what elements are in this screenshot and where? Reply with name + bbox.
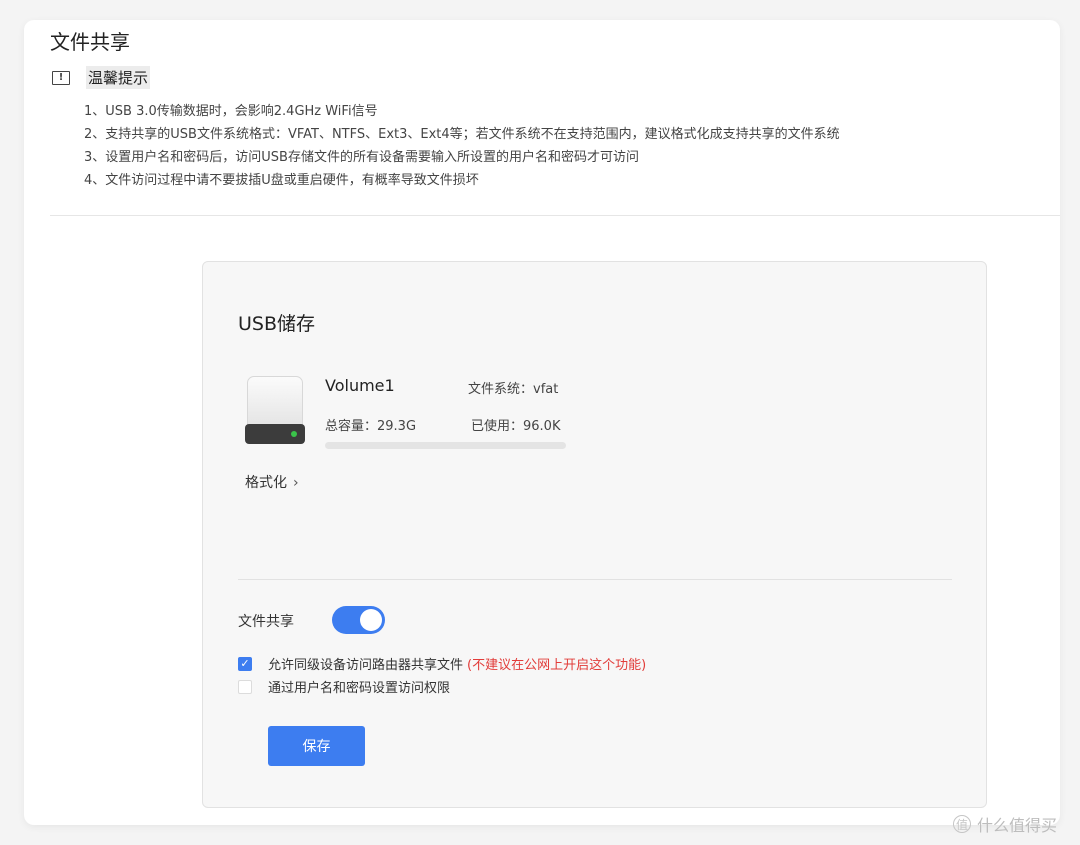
volume-name: Volume1 (325, 376, 395, 395)
tip-item: 2、支持共享的USB文件系统格式：VFAT、NTFS、Ext3、Ext4等；若文… (84, 127, 840, 142)
usb-storage-card: USB储存 Volume1 文件系统：vfat 总容量：29.3G 已使用：96… (202, 261, 987, 808)
file-share-toggle[interactable] (332, 606, 385, 634)
auth-checkbox[interactable] (238, 679, 252, 694)
tips-list: 1、USB 3.0传输数据时，会影响2.4GHz WiFi信号 2、支持共享的U… (84, 100, 840, 192)
watermark-text: 什么值得买 (977, 816, 1058, 835)
toggle-knob (360, 609, 382, 631)
watermark-logo-icon: 值 (953, 815, 971, 833)
auth-label: 通过用户名和密码设置访问权限 (268, 681, 451, 696)
used-label: 已使用：96.0K (471, 419, 561, 434)
chevron-right-icon: › (293, 475, 299, 491)
drive-led (291, 431, 297, 437)
file-share-label: 文件共享 (238, 614, 294, 630)
tips-title: 温馨提示 (86, 66, 151, 89)
card-divider (238, 579, 952, 580)
allow-peers-label: 允许同级设备访问路由器共享文件 (268, 658, 464, 673)
allow-peers-row: ✓ 允许同级设备访问路由器共享文件 (不建议在公网上开启这个功能) (238, 654, 646, 673)
save-button[interactable]: 保存 (268, 726, 365, 766)
usb-section-title: USB储存 (238, 313, 316, 335)
tip-item: 4、文件访问过程中请不要拔插U盘或重启硬件，有概率导致文件损坏 (84, 173, 479, 188)
auth-row: 通过用户名和密码设置访问权限 (238, 677, 450, 696)
usage-bar (325, 442, 566, 449)
usb-drive-icon (245, 376, 305, 446)
section-divider (50, 215, 1060, 216)
filesystem-label: 文件系统：vfat (468, 382, 559, 397)
watermark: 值 什么值得买 (953, 812, 1057, 836)
info-icon: ! (52, 70, 70, 85)
tip-item: 1、USB 3.0传输数据时，会影响2.4GHz WiFi信号 (84, 104, 378, 119)
format-link-label: 格式化 (245, 475, 287, 491)
format-link[interactable]: 格式化 › (245, 472, 299, 492)
tip-item: 3、设置用户名和密码后，访问USB存储文件的所有设备需要输入所设置的用户名和密码… (84, 150, 639, 165)
page-title: 文件共享 (50, 30, 130, 54)
allow-peers-warning: (不建议在公网上开启这个功能) (467, 658, 647, 673)
allow-peers-checkbox[interactable]: ✓ (238, 656, 252, 671)
tips-header: ! 温馨提示 (52, 66, 151, 89)
capacity-label: 总容量：29.3G (325, 419, 417, 434)
